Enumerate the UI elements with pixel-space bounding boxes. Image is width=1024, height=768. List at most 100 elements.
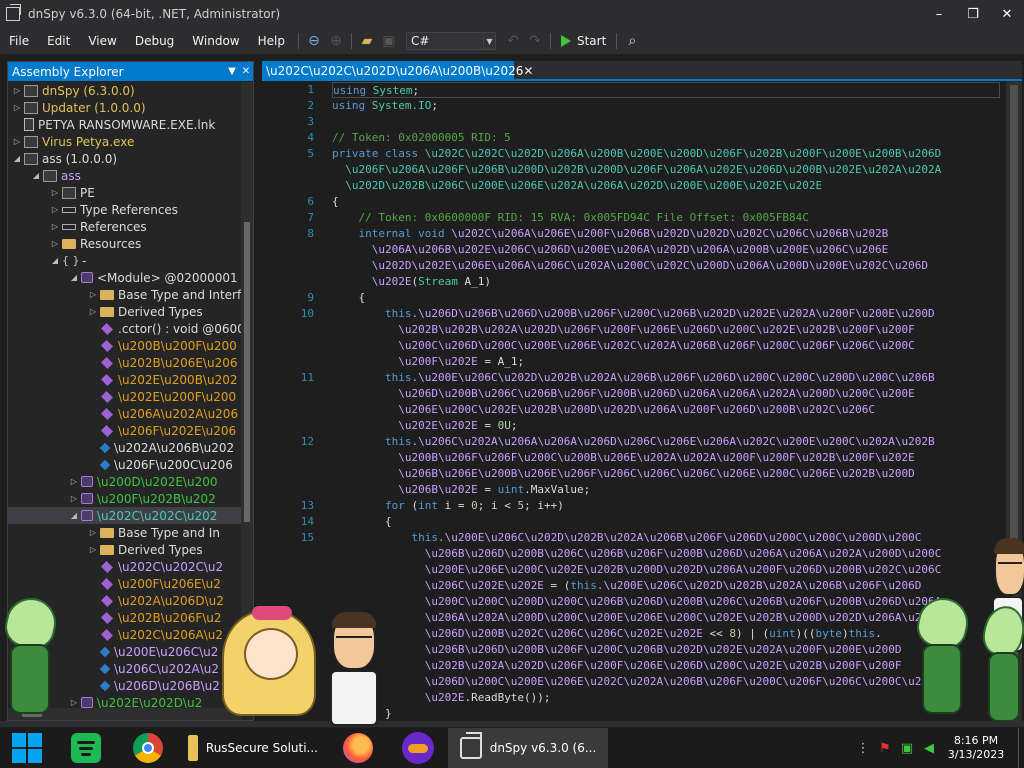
code-line[interactable]: \u202E\u202E = 0U; xyxy=(332,418,517,434)
tree-item[interactable]: \u206A\u202A\u206 xyxy=(8,405,241,422)
code-line[interactable]: \u206E\u200C\u202E\u202B\u200D\u202D\u20… xyxy=(332,402,875,418)
code-line[interactable]: \u202E(Stream A_1) xyxy=(332,274,491,290)
collapsed-arrow-icon[interactable]: ▷ xyxy=(50,205,60,214)
back-icon[interactable]: ⊖ xyxy=(303,30,325,52)
code-line[interactable]: \u206F\u206A\u206F\u206B\u200D\u202B\u20… xyxy=(332,162,941,178)
tree-item[interactable]: ▷ Base Type and In xyxy=(8,524,241,541)
code-line[interactable]: \u206A\u202A\u200D\u200C\u200E\u206E\u20… xyxy=(332,610,942,626)
code-line[interactable]: this.\u206C\u202A\u206A\u206A\u206D\u206… xyxy=(332,434,935,450)
clock[interactable]: 8:16 PM 3/13/2023 xyxy=(940,734,1012,762)
tree-item[interactable]: ▷ \u200D\u202E\u200 xyxy=(8,473,241,490)
code-line[interactable]: private class \u202C\u202C\u202D\u206A\u… xyxy=(332,146,941,162)
code-line[interactable]: // Token: 0x0600000F RID: 15 RVA: 0x005F… xyxy=(332,210,808,226)
tree-item[interactable]: \u202B\u206E\u206 xyxy=(8,354,241,371)
collapsed-arrow-icon[interactable]: ▷ xyxy=(12,137,22,146)
menu-edit[interactable]: Edit xyxy=(38,28,79,54)
collapsed-arrow-icon[interactable]: ▷ xyxy=(50,222,60,231)
close-button[interactable]: ✕ xyxy=(990,0,1024,28)
collapsed-arrow-icon[interactable]: ▷ xyxy=(88,545,98,554)
code-line[interactable]: internal void \u202C\u206A\u206E\u200F\u… xyxy=(332,226,888,242)
close-icon[interactable]: ✕ xyxy=(523,64,533,78)
flag-icon[interactable]: ⚑ xyxy=(874,741,896,756)
minimize-button[interactable]: – xyxy=(922,0,956,28)
redo-icon[interactable]: ↷ xyxy=(524,30,546,52)
expanded-arrow-icon[interactable]: ◢ xyxy=(69,511,79,520)
show-desktop-button[interactable] xyxy=(1018,728,1024,768)
code-line[interactable]: \u200B\u206F\u206F\u200C\u200B\u206E\u20… xyxy=(332,450,915,466)
tree-item[interactable]: \u200B\u200F\u200 xyxy=(8,337,241,354)
firefox-app[interactable] xyxy=(328,728,388,768)
collapsed-arrow-icon[interactable]: ▷ xyxy=(88,290,98,299)
code-line[interactable]: \u206B\u206E\u200B\u206E\u206F\u206C\u20… xyxy=(332,466,915,482)
chevron-down-icon[interactable]: ▼ xyxy=(225,66,239,77)
collapsed-arrow-icon[interactable]: ▷ xyxy=(88,307,98,316)
tree-item[interactable]: ▷ Derived Types xyxy=(8,541,241,558)
code-line[interactable]: this.\u206D\u206B\u206D\u200B\u206F\u200… xyxy=(332,306,935,322)
tree-item[interactable]: PETYA RANSOMWARE.EXE.lnk xyxy=(8,116,241,133)
start-debug-button[interactable]: Start xyxy=(555,34,612,48)
dnspy-app[interactable]: dnSpy v6.3.0 (6... xyxy=(448,728,608,768)
code-line[interactable]: // Token: 0x02000005 RID: 5 xyxy=(332,130,511,146)
save-icon[interactable]: ▣ xyxy=(378,30,400,52)
open-icon[interactable]: ▰ xyxy=(356,30,378,52)
tree-item[interactable]: \u202A\u206B\u202 xyxy=(8,439,241,456)
code-line[interactable]: \u206D\u200C\u200E\u206E\u202C\u202A\u20… xyxy=(332,674,942,690)
code-line[interactable]: \u200E\u206E\u200C\u202E\u202B\u200D\u20… xyxy=(332,562,942,578)
expanded-arrow-icon[interactable]: ◢ xyxy=(69,273,79,282)
collapsed-arrow-icon[interactable]: ▷ xyxy=(12,103,22,112)
restore-button[interactable]: ❐ xyxy=(956,0,990,28)
code-line[interactable]: { xyxy=(332,290,365,306)
collapsed-arrow-icon[interactable]: ▷ xyxy=(50,188,60,197)
code-line[interactable]: for (int i = 0; i < 5; i++) xyxy=(332,498,564,514)
more-icon[interactable]: ⋮ xyxy=(852,741,874,756)
tree-item[interactable]: ◢ ass xyxy=(8,167,241,184)
code-line[interactable]: { xyxy=(332,514,392,530)
tab-decompiled-class[interactable]: \u202C\u202C\u202D\u206A\u200B\u2026 ✕ xyxy=(262,61,533,81)
tree-item[interactable]: ▷ Type References xyxy=(8,201,241,218)
tree-item[interactable]: ▷ Virus Petya.exe xyxy=(8,133,241,150)
code-line[interactable]: \u202B\u202A\u202D\u206F\u200F\u206E\u20… xyxy=(332,658,902,674)
tree-item[interactable]: ▷ PE xyxy=(8,184,241,201)
collapsed-arrow-icon[interactable]: ▷ xyxy=(69,698,79,707)
code-line[interactable]: \u206B\u206D\u200B\u206F\u200C\u206B\u20… xyxy=(332,642,902,658)
spotify-app[interactable] xyxy=(54,728,118,768)
code-line[interactable]: \u206B\u202E = uint.MaxValue; xyxy=(332,482,590,498)
mask-app[interactable] xyxy=(388,728,448,768)
tree-item[interactable]: ▷ \u200F\u202B\u202 xyxy=(8,490,241,507)
tree-item[interactable]: ▷ Derived Types xyxy=(8,303,241,320)
tree-item[interactable]: ▷ References xyxy=(8,218,241,235)
menu-help[interactable]: Help xyxy=(249,28,294,54)
code-line[interactable]: using System; xyxy=(332,82,1000,98)
code-line[interactable]: { xyxy=(332,194,339,210)
tree-item[interactable]: \u206F\u200C\u206 xyxy=(8,456,241,473)
tree-item[interactable]: \u200F\u206E\u2 xyxy=(8,575,241,592)
menu-window[interactable]: Window xyxy=(183,28,248,54)
code-line[interactable]: using System.IO; xyxy=(332,98,438,114)
tree-item[interactable]: \u202C\u202C\u2 xyxy=(8,558,241,575)
code-line[interactable]: \u200C\u200C\u200D\u200C\u206B\u206D\u20… xyxy=(332,594,942,610)
close-icon[interactable]: ✕ xyxy=(239,66,253,77)
menu-view[interactable]: View xyxy=(79,28,125,54)
collapsed-arrow-icon[interactable]: ▷ xyxy=(69,477,79,486)
collapsed-arrow-icon[interactable]: ▷ xyxy=(50,239,60,248)
tree-item[interactable]: \u202E\u200F\u200 xyxy=(8,388,241,405)
code-line[interactable]: \u206A\u206B\u202E\u206C\u206D\u200E\u20… xyxy=(332,242,889,258)
start-button[interactable] xyxy=(0,728,54,768)
collapsed-arrow-icon[interactable]: ▷ xyxy=(12,86,22,95)
tree-item[interactable]: ◢ <Module> @02000001 xyxy=(8,269,241,286)
network-icon[interactable]: ▣ xyxy=(896,741,918,756)
tree-item[interactable]: ▷ dnSpy (6.3.0.0) xyxy=(8,82,241,99)
menu-file[interactable]: File xyxy=(0,28,38,54)
code-line[interactable]: \u206D\u200B\u206C\u206B\u206F\u200B\u20… xyxy=(332,386,915,402)
tree-item[interactable]: ◢ ass (1.0.0.0) xyxy=(8,150,241,167)
tree-item[interactable]: \u206F\u202E\u206 xyxy=(8,422,241,439)
tree-item[interactable]: ▷ Base Type and Interf xyxy=(8,286,241,303)
code-line[interactable]: this.\u200E\u206C\u202D\u202B\u202A\u206… xyxy=(332,370,935,386)
expanded-arrow-icon[interactable]: ◢ xyxy=(31,171,41,180)
expanded-arrow-icon[interactable]: ◢ xyxy=(12,154,22,163)
forward-icon[interactable]: ⊕ xyxy=(325,30,347,52)
menu-debug[interactable]: Debug xyxy=(126,28,183,54)
code-line[interactable]: \u206C\u202E\u202E = (this.\u200E\u206C\… xyxy=(332,578,922,594)
code-line[interactable]: \u202B\u202B\u202A\u202D\u206F\u200F\u20… xyxy=(332,322,915,338)
expanded-arrow-icon[interactable]: ◢ xyxy=(50,256,60,265)
